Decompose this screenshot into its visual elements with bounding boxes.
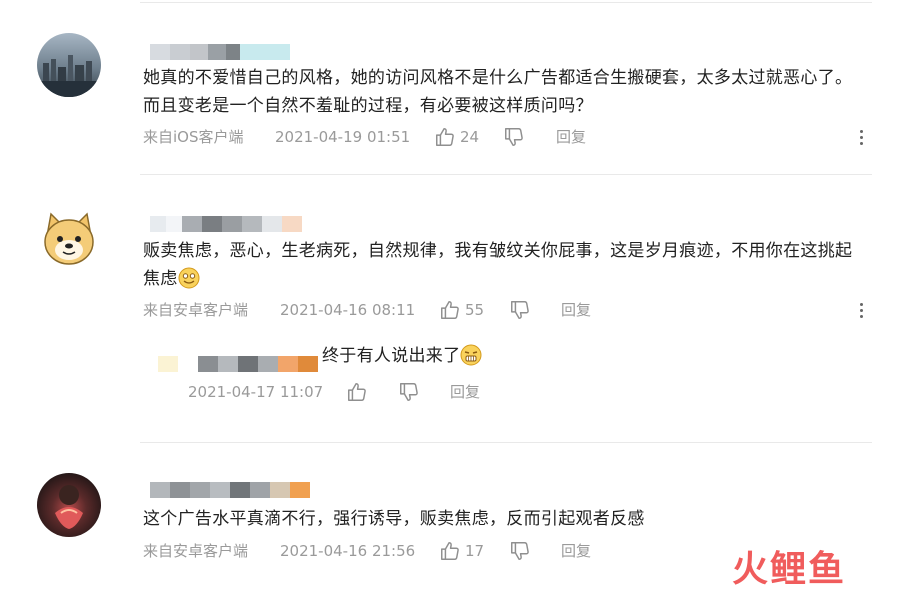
comment-time: 2021-04-16 21:56 [280,542,416,560]
avatar[interactable] [37,206,101,270]
like-count: 24 [460,128,480,146]
avatar[interactable] [37,33,101,97]
like-count: 17 [465,542,485,560]
thumbs-up-icon[interactable] [346,381,368,403]
thumbs-up-icon[interactable] [434,126,456,148]
username-mosaic[interactable] [150,482,310,498]
thumbs-up-icon[interactable] [439,540,461,562]
comment-text: 贩卖焦虑，恶心，生老病死，自然规律，我有皱纹关你屁事，这是岁月痕迹，不用你在这挑… [143,237,868,293]
reply-time: 2021-04-17 11:07 [188,383,324,401]
divider [140,442,872,443]
username-mosaic[interactable] [158,356,318,372]
username-mosaic[interactable] [150,216,302,232]
username-mosaic[interactable] [150,44,290,60]
thumbs-down-icon[interactable] [509,299,531,321]
comment-source: 来自安卓客户端 [143,301,249,319]
comment-text: 这个广告水平真滴不行，强行诱导，贩卖焦虑，反而引起观者反感 [143,509,645,529]
more-vertical-icon[interactable] [857,128,865,150]
like-count: 55 [465,301,485,319]
thumbs-down-icon[interactable] [509,540,531,562]
comment-body: 贩卖焦虑，恶心，生老病死，自然规律，我有皱纹关你屁事，这是岁月痕迹，不用你在这挑… [143,241,853,289]
watermark-logo: 火鲤鱼 [732,549,847,590]
reply-button[interactable]: 回复 [561,299,591,321]
comment-time: 2021-04-16 08:11 [280,301,416,319]
reply-text: 终于有人说出来了 [322,342,622,370]
comment-text: 她真的不爱惜自己的风格，她的访问风格不是什么广告都适合生搬硬套，太多太过就恶心了… [143,68,853,116]
reply-button[interactable]: 回复 [556,126,586,148]
reply-button[interactable]: 回复 [450,381,480,403]
divider [140,174,872,175]
reply-body: 终于有人说出来了 [322,346,461,366]
comment-list: 她真的不爱惜自己的风格，她的访问风格不是什么广告都适合生搬硬套，太多太过就恶心了… [0,0,900,590]
thumbs-down-icon[interactable] [398,381,420,403]
comment-source: 来自安卓客户端 [143,542,249,560]
comment-source: 来自iOS客户端 [143,128,244,146]
reply-button[interactable]: 回复 [561,540,591,562]
divider [140,2,872,3]
smile-emoji-icon [178,267,200,289]
avatar[interactable] [37,473,101,537]
more-vertical-icon[interactable] [857,301,865,323]
thumbs-up-icon[interactable] [439,299,461,321]
comment-time: 2021-04-19 01:51 [275,128,411,146]
grimace-emoji-icon [460,344,482,366]
thumbs-down-icon[interactable] [503,126,525,148]
